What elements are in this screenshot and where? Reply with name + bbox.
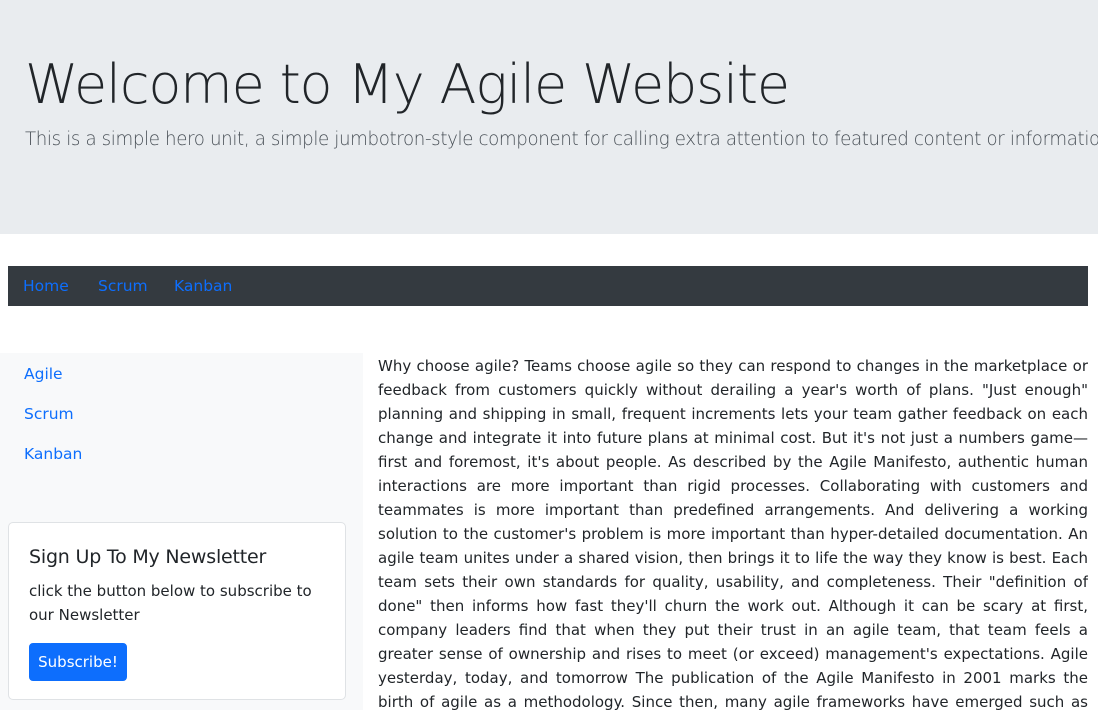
nav-link-scrum[interactable]: Scrum xyxy=(98,276,148,296)
subscribe-button[interactable]: Subscribe! xyxy=(29,643,127,681)
main-article-text: Why choose agile? Teams choose agile so … xyxy=(378,357,1088,710)
nav-link-kanban[interactable]: Kanban xyxy=(174,276,232,296)
newsletter-title: Sign Up To My Newsletter xyxy=(29,546,267,568)
newsletter-card: Sign Up To My Newsletter click the butto… xyxy=(8,522,346,700)
sidebar-item-agile[interactable]: Agile xyxy=(24,364,63,384)
top-navbar: Home Scrum Kanban xyxy=(8,266,1088,306)
hero-jumbotron: Welcome to My Agile Website This is a si… xyxy=(0,0,1098,234)
newsletter-text: click the button below to subscribe to o… xyxy=(29,582,312,624)
nav-link-home[interactable]: Home xyxy=(23,276,69,296)
sidebar-item-kanban[interactable]: Kanban xyxy=(24,444,82,464)
hero-lead-text: This is a simple hero unit, a simple jum… xyxy=(25,129,1098,150)
hero-title: Welcome to My Agile Website xyxy=(25,53,790,116)
sidebar-item-scrum[interactable]: Scrum xyxy=(24,404,74,424)
